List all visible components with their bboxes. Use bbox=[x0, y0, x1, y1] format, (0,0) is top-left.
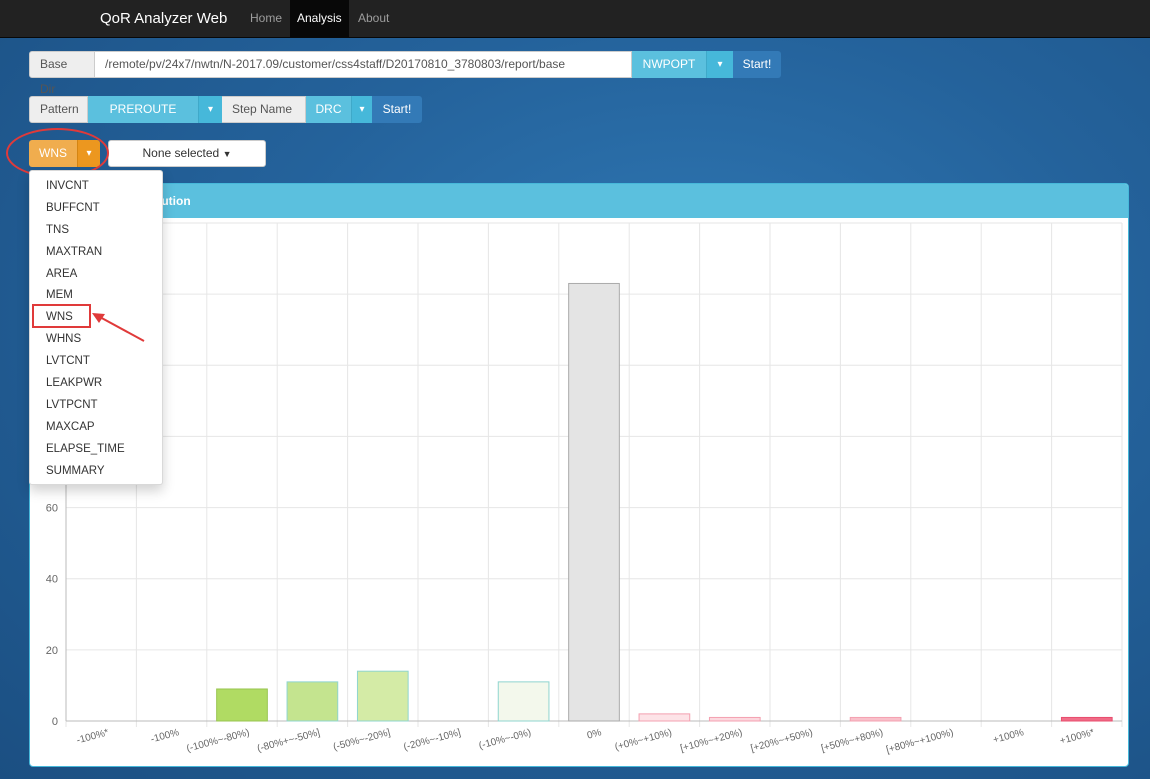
x-tick-label: (-80%+~-50%] bbox=[256, 727, 321, 754]
nwpopt-caret-button[interactable]: ▾ bbox=[706, 51, 733, 78]
bar bbox=[708, 716, 761, 722]
pattern-select-button[interactable]: PREROUTE bbox=[88, 96, 198, 123]
distribution-panel: ribution 0 20 40 60 -100%* -100% (-100%~-80%)(… bbox=[29, 183, 1129, 767]
caret-down-icon: ▼ bbox=[222, 149, 232, 159]
y-tick-label: 40 bbox=[46, 574, 58, 586]
step-caret-button[interactable]: ▾ bbox=[351, 96, 372, 123]
y-tick-label: 20 bbox=[46, 645, 58, 657]
menu-item-lvtcnt[interactable]: LVTCNT bbox=[30, 351, 162, 373]
base-dir-label: Base Dir bbox=[29, 51, 95, 96]
pattern-start-button[interactable]: Start! bbox=[372, 96, 422, 123]
x-tick-label: 0% bbox=[586, 727, 603, 741]
filter-label: None selected bbox=[142, 146, 220, 160]
caret-down-icon: ▾ bbox=[717, 59, 723, 70]
y-tick-label: 0 bbox=[52, 716, 58, 728]
menu-item-lvtpcnt[interactable]: LVTPCNT bbox=[30, 395, 162, 417]
nav-home-link[interactable]: Home bbox=[243, 0, 289, 37]
caret-down-icon: ▾ bbox=[207, 104, 214, 115]
filter-multiselect-button[interactable]: None selected ▼ bbox=[108, 140, 266, 167]
x-tick-label: [+50%~+80%) bbox=[820, 727, 884, 754]
y-tick-label: 60 bbox=[46, 503, 58, 515]
x-tick-label: +100%* bbox=[1059, 727, 1096, 747]
bar bbox=[356, 670, 409, 722]
bar bbox=[286, 681, 339, 722]
x-tick-label: -100% bbox=[150, 727, 181, 745]
menu-item-maxtran[interactable]: MAXTRAN bbox=[30, 242, 162, 264]
arrow-icon bbox=[92, 313, 145, 342]
menu-item-leakpwr[interactable]: LEAKPWR bbox=[30, 373, 162, 395]
base-start-button[interactable]: Start! bbox=[733, 51, 781, 78]
menu-item-buffcnt[interactable]: BUFFCNT bbox=[30, 198, 162, 220]
x-tick-label: (-100%~-80%) bbox=[185, 727, 250, 754]
x-tick-label: (-50%~-20%] bbox=[332, 727, 392, 753]
x-tick-label: -100%* bbox=[75, 727, 110, 746]
pattern-label: Pattern bbox=[29, 96, 88, 123]
distribution-chart: 0 20 40 60 -100%* -100% (-100%~-80%) (-80%+~-50… bbox=[46, 222, 1123, 756]
bar bbox=[849, 716, 902, 722]
step-select-button[interactable]: DRC bbox=[306, 96, 351, 123]
menu-item-summary[interactable]: SUMMARY bbox=[30, 461, 162, 483]
pattern-row: Pattern PREROUTE ▾ Step Name DRC ▾ Start… bbox=[29, 96, 422, 123]
wns-highlight-box bbox=[32, 304, 91, 328]
bar bbox=[216, 688, 268, 722]
step-name-label: Step Name bbox=[222, 96, 306, 123]
x-tick-label: [+80%~+100%) bbox=[885, 727, 955, 756]
x-tick-label: (-20%~-10%] bbox=[402, 727, 462, 753]
bar bbox=[568, 282, 620, 722]
x-tick-label: [+10%~+20%) bbox=[679, 727, 743, 754]
nav-analysis-link[interactable]: Analysis bbox=[290, 0, 349, 37]
menu-item-area[interactable]: AREA bbox=[30, 264, 162, 286]
navbar: QoR Analyzer Web Home Analysis About bbox=[0, 0, 1150, 38]
base-dir-row: Base Dir /remote/pv/24x7/nwtn/N-2017.09/… bbox=[29, 51, 781, 96]
base-dir-input[interactable]: /remote/pv/24x7/nwtn/N-2017.09/customer/… bbox=[95, 51, 632, 78]
x-tick-label: +100% bbox=[992, 727, 1025, 746]
bar bbox=[1060, 716, 1113, 722]
pattern-caret-button[interactable]: ▾ bbox=[198, 96, 222, 123]
x-tick-label: [+20%~+50%) bbox=[750, 727, 814, 754]
brand-title[interactable]: QoR Analyzer Web bbox=[100, 0, 227, 37]
menu-item-elapse-time[interactable]: ELAPSE_TIME bbox=[30, 439, 162, 461]
bar bbox=[497, 681, 550, 722]
x-tick-label: (-10%~-0%) bbox=[478, 727, 533, 752]
bar bbox=[638, 713, 691, 722]
x-tick-label: (+0%~+10%) bbox=[614, 727, 674, 753]
menu-item-tns[interactable]: TNS bbox=[30, 220, 162, 242]
caret-down-icon: ▾ bbox=[359, 104, 365, 115]
nav-about-link[interactable]: About bbox=[351, 0, 396, 37]
menu-item-maxcap[interactable]: MAXCAP bbox=[30, 417, 162, 439]
nwpopt-select-button[interactable]: NWPOPT bbox=[632, 51, 706, 78]
panel-title: ribution bbox=[30, 184, 1128, 218]
menu-item-invcnt[interactable]: INVCNT bbox=[30, 176, 162, 198]
